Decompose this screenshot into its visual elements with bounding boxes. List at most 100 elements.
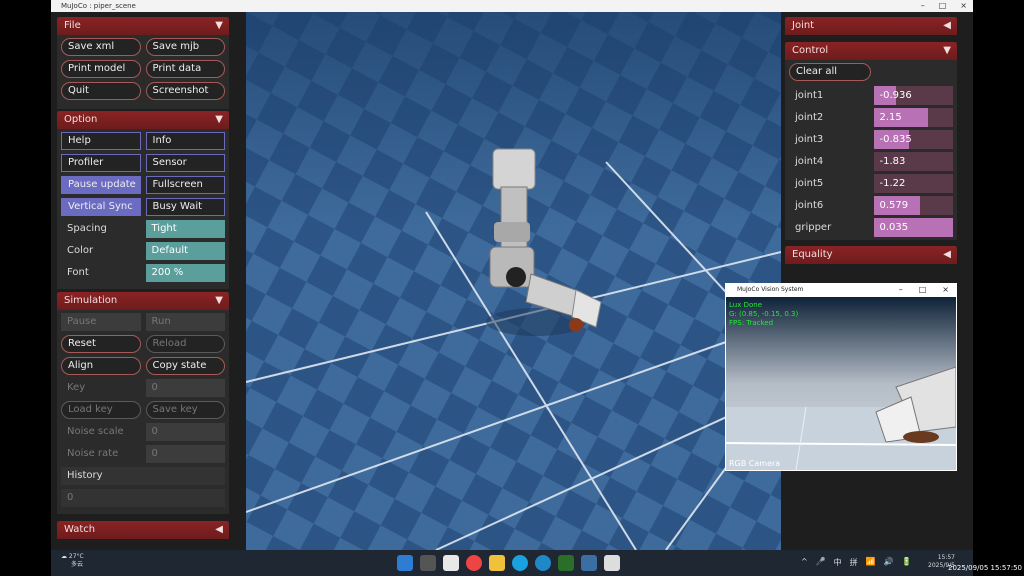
start-icon[interactable] [397, 555, 413, 571]
close-button[interactable]: × [960, 0, 967, 12]
chevron-up-icon[interactable]: ^ [801, 557, 808, 568]
vision-app-icon[interactable] [604, 555, 620, 571]
joint-label: joint3 [795, 133, 824, 145]
vision-titlebar[interactable]: MuJoCo Vision System – □ × [725, 283, 957, 297]
edge-dev-icon[interactable] [535, 555, 551, 571]
joint-label: joint2 [795, 111, 824, 123]
clear-all-button[interactable]: Clear all [789, 63, 871, 81]
joint-section-header[interactable]: Joint ◀ [785, 17, 957, 35]
control-section-header[interactable]: Control ▼ [785, 42, 957, 60]
fullscreen-checkbox[interactable]: Fullscreen [145, 176, 225, 194]
spacing-label: Spacing [67, 223, 107, 234]
pause-button[interactable]: Pause [61, 313, 141, 331]
joint-slider[interactable]: -1.22 [873, 173, 953, 193]
clock-time: 15:57 [937, 554, 955, 561]
joint-slider[interactable]: -1.83 [873, 151, 953, 171]
pause-update-checkbox[interactable]: Pause update [61, 176, 141, 194]
noise-rate-slider[interactable]: 0 [145, 445, 225, 463]
copy-state-button[interactable]: Copy state [145, 357, 225, 375]
vision-maximize-button[interactable]: □ [919, 283, 927, 297]
joint-value: -1.83 [879, 155, 906, 167]
print-data-button[interactable]: Print data [145, 60, 225, 78]
maximize-button[interactable]: □ [939, 0, 947, 12]
joint-slider[interactable]: 2.15 [873, 107, 953, 127]
option-section-header[interactable]: Option ▼ [57, 111, 229, 129]
simulation-section-header[interactable]: Simulation ▼ [57, 292, 229, 310]
volume-icon[interactable]: 🔊 [884, 557, 894, 568]
edge-icon[interactable] [512, 555, 528, 571]
file-explorer-icon[interactable] [489, 555, 505, 571]
mujoco-icon[interactable] [581, 555, 597, 571]
color-select[interactable]: Default [145, 242, 225, 260]
vision-fps-line: FPS: Tracked [729, 319, 774, 327]
save-key-button[interactable]: Save key [145, 401, 225, 419]
collapse-icon: ▼ [943, 45, 951, 56]
spacing-select[interactable]: Tight [145, 220, 225, 238]
save-xml-button[interactable]: Save xml [61, 38, 141, 56]
file-section-title: File [64, 20, 81, 31]
joint-slider[interactable]: 0.579 [873, 195, 953, 215]
left-panel: File ▼ Save xml Save mjb Print model Pri… [57, 17, 229, 109]
noise-scale-label: Noise scale [67, 426, 124, 437]
microphone-icon[interactable]: 🎤 [816, 557, 826, 568]
chrome-icon[interactable] [466, 555, 482, 571]
busy-wait-checkbox[interactable]: Busy Wait [145, 198, 225, 216]
joint-label: joint5 [795, 177, 824, 189]
profiler-checkbox[interactable]: Profiler [61, 154, 141, 172]
joint-slider[interactable]: 0.035 [873, 217, 953, 237]
save-mjb-button[interactable]: Save mjb [145, 38, 225, 56]
equality-panel: Equality ◀ [785, 246, 957, 264]
font-select[interactable]: 200 % [145, 264, 225, 282]
quit-button[interactable]: Quit [61, 82, 141, 100]
notepad-icon[interactable] [443, 555, 459, 571]
run-button[interactable]: Run [145, 313, 225, 331]
weather-icon: ☁ [61, 553, 67, 560]
collapse-icon: ▼ [215, 20, 223, 31]
print-model-button[interactable]: Print model [61, 60, 141, 78]
battery-icon[interactable]: 🔋 [902, 557, 912, 568]
watch-section-header[interactable]: Watch ◀ [57, 521, 229, 539]
system-tray: ^ 🎤 中 拼 📶 🔊 🔋 [801, 557, 912, 568]
info-checkbox[interactable]: Info [145, 132, 225, 150]
wifi-icon[interactable]: 📶 [866, 557, 876, 568]
task-view-icon[interactable] [420, 555, 436, 571]
sensor-checkbox[interactable]: Sensor [145, 154, 225, 172]
recording-timestamp: 2025/09/05 15:57:50 [947, 564, 1022, 572]
scene-viewport[interactable] [246, 12, 781, 550]
joint-row: gripper 0.035 [789, 217, 953, 237]
reload-button[interactable]: Reload [145, 335, 225, 353]
ime-pinyin-label[interactable]: 拼 [850, 557, 858, 568]
reset-button[interactable]: Reset [61, 335, 141, 353]
history-label: History [61, 467, 225, 485]
history-slider[interactable]: 0 [61, 489, 225, 507]
screenshot-button[interactable]: Screenshot [145, 82, 225, 100]
watch-section-title: Watch [64, 524, 96, 535]
align-button[interactable]: Align [61, 357, 141, 375]
option-panel: Option ▼ Help Info Profiler Sensor Pause… [57, 111, 229, 289]
load-key-button[interactable]: Load key [61, 401, 141, 419]
joint-label: joint1 [795, 89, 824, 101]
vision-position-line: G: (0.85, -0.15, 0.3) [729, 310, 799, 318]
key-slider[interactable]: 0 [145, 379, 225, 397]
equality-section-header[interactable]: Equality ◀ [785, 246, 957, 264]
simulation-panel: Simulation ▼ Pause Run Reset Reload Alig… [57, 292, 229, 514]
vision-minimize-button[interactable]: – [899, 283, 903, 297]
joint-panel: Joint ◀ [785, 17, 957, 35]
collapse-icon: ▼ [215, 114, 223, 125]
weather-temp: 27°C [68, 553, 84, 560]
joint-slider[interactable]: -0.936 [873, 85, 953, 105]
weather-widget[interactable]: ☁ 27°C 多云 [61, 553, 84, 569]
joint-slider[interactable]: -0.835 [873, 129, 953, 149]
noise-rate-label: Noise rate [67, 448, 119, 459]
ime-chinese-label[interactable]: 中 [834, 557, 842, 568]
joint-row: joint3 -0.835 [789, 129, 953, 149]
screen: MuJoCo : piper_scene – □ × File ▼ Save x… [51, 0, 973, 576]
minimize-button[interactable]: – [921, 0, 925, 12]
file-section-header[interactable]: File ▼ [57, 17, 229, 35]
vision-close-button[interactable]: × [942, 283, 949, 297]
terminal-icon[interactable] [558, 555, 574, 571]
vertical-sync-checkbox[interactable]: Vertical Sync [61, 198, 141, 216]
noise-scale-slider[interactable]: 0 [145, 423, 225, 441]
vision-window[interactable]: MuJoCo Vision System – □ × Lux Done G: (… [725, 283, 957, 471]
help-checkbox[interactable]: Help [61, 132, 141, 150]
